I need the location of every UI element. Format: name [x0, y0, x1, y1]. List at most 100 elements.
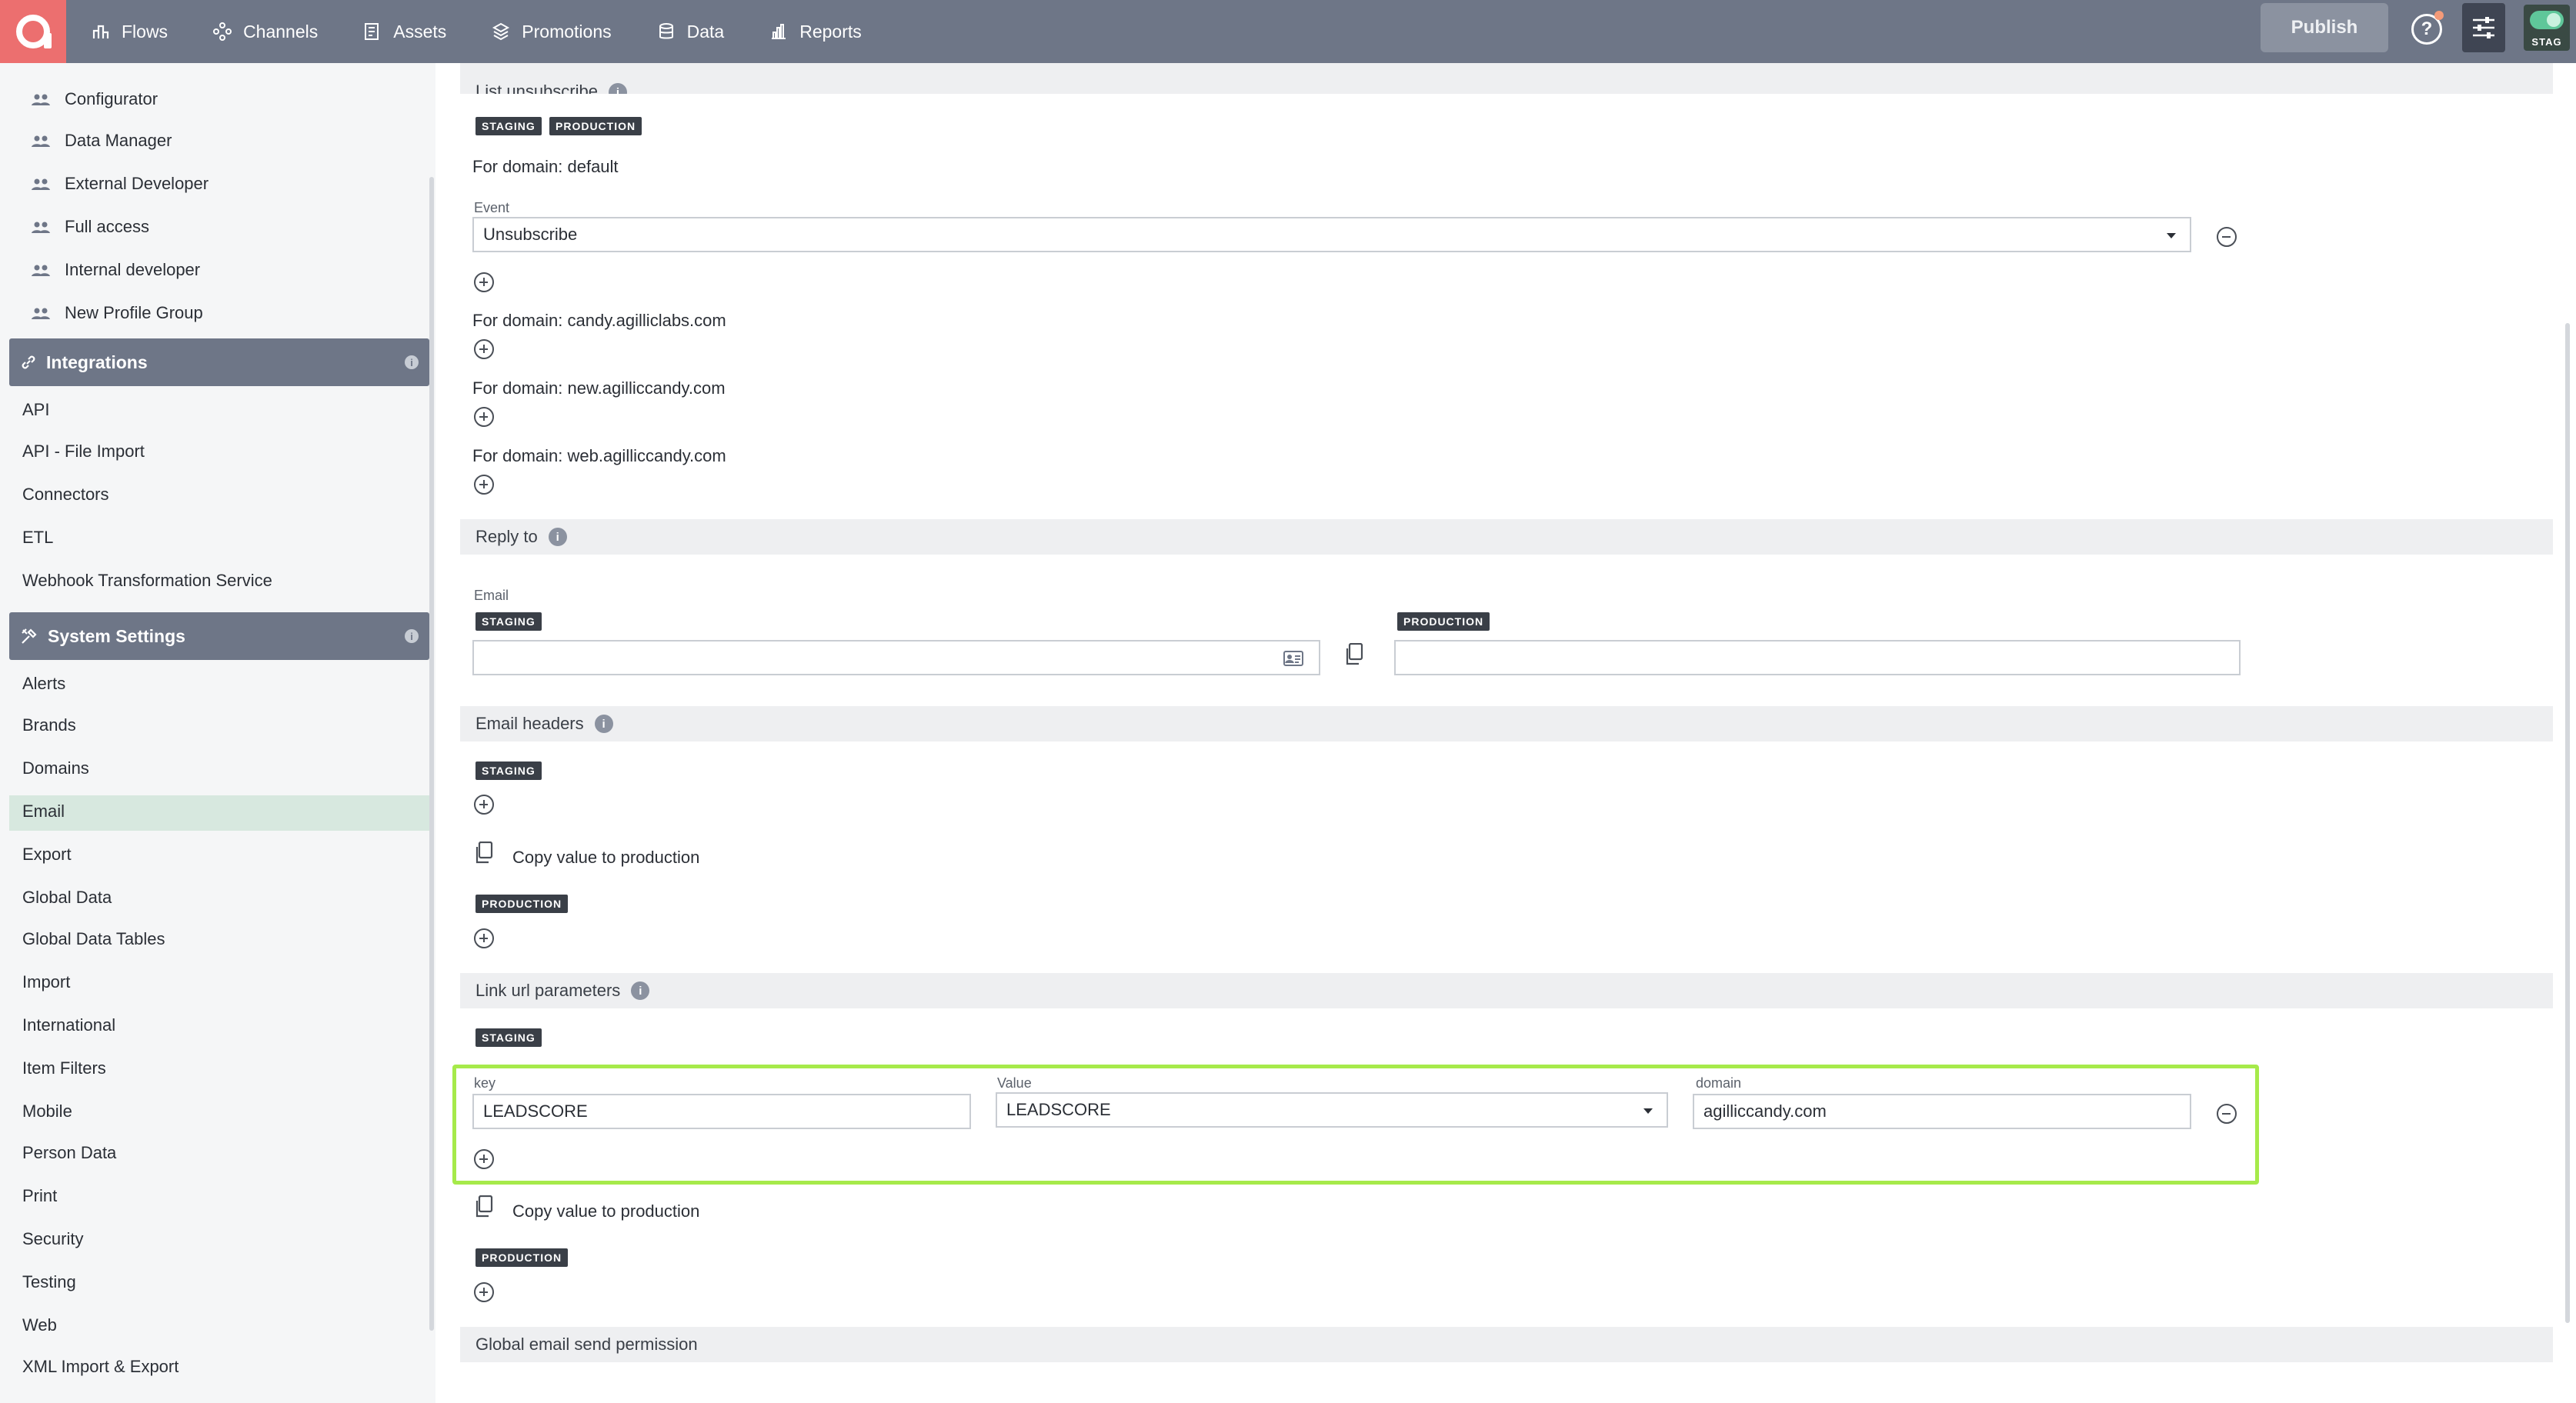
nav-assets[interactable]: Assets	[362, 22, 446, 42]
sidebar-scrollbar[interactable]	[429, 177, 434, 1331]
sidebar-item-brands[interactable]: Brands	[22, 715, 76, 735]
sidebar-section-integrations[interactable]: Integrations i	[9, 338, 429, 386]
section-header-reply-to: Reply to i	[460, 519, 2553, 555]
sidebar-item-print[interactable]: Print	[22, 1186, 57, 1206]
sliders-icon	[2473, 17, 2494, 38]
sidebar-item-configurator[interactable]: Configurator	[31, 89, 158, 109]
parameter-key-input[interactable]: LEADSCORE	[472, 1094, 971, 1129]
parameter-value-select[interactable]: LEADSCORE	[996, 1092, 1668, 1128]
copy-headers-to-production-link[interactable]: Copy value to production	[512, 848, 699, 868]
nav-flows[interactable]: Flows	[91, 22, 168, 42]
parameter-domain-input[interactable]: agilliccandy.com	[1693, 1094, 2191, 1129]
nav-reports[interactable]: Reports	[769, 22, 862, 42]
sidebar-item-label: Data Manager	[65, 131, 172, 150]
copy-parameters-icon[interactable]	[474, 1195, 494, 1218]
sidebar-item-external-developer[interactable]: External Developer	[31, 174, 209, 194]
sidebar-item-export[interactable]: Export	[22, 845, 72, 865]
sidebar-item-webhook-transformation-service[interactable]: Webhook Transformation Service	[22, 571, 272, 591]
reply-to-staging-input[interactable]	[472, 640, 1320, 675]
users-icon	[32, 308, 50, 319]
add-staging-header-button[interactable]	[474, 795, 494, 815]
event-select[interactable]: Unsubscribe	[472, 217, 2191, 252]
notification-dot	[2434, 11, 2444, 20]
add-staging-parameter-button[interactable]	[474, 1149, 494, 1169]
chevron-down-icon	[2167, 233, 2176, 238]
environment-label: STAG	[2531, 36, 2562, 48]
flows-icon	[92, 25, 109, 38]
production-tag: PRODUCTION	[1397, 612, 1490, 631]
sidebar-item-item-filters[interactable]: Item Filters	[22, 1058, 106, 1078]
info-icon[interactable]: i	[631, 981, 650, 1000]
sidebar-item-new-profile-group[interactable]: New Profile Group	[31, 303, 203, 323]
info-icon[interactable]: i	[608, 83, 627, 94]
sidebar-item-web[interactable]: Web	[22, 1315, 57, 1335]
sidebar-item-global-data-tables[interactable]: Global Data Tables	[22, 929, 165, 949]
sidebar-item-email[interactable]: Email	[22, 801, 65, 821]
users-icon	[32, 94, 50, 105]
publish-button[interactable]: Publish	[2261, 3, 2388, 52]
sidebar-item-domains[interactable]: Domains	[22, 758, 89, 778]
promotions-icon	[492, 22, 510, 41]
info-icon[interactable]: i	[548, 528, 567, 546]
nav-data[interactable]: Data	[656, 22, 724, 42]
users-icon	[32, 135, 50, 147]
sidebar-item-import[interactable]: Import	[22, 972, 70, 992]
staging-tag: STAGING	[475, 761, 542, 780]
section-title: Link url parameters	[475, 981, 621, 1000]
chevron-down-icon	[1643, 1108, 1653, 1114]
reply-to-production-input[interactable]	[1394, 640, 2241, 675]
sidebar-item-etl[interactable]: ETL	[22, 528, 53, 548]
sidebar-item-full-access[interactable]: Full access	[31, 217, 149, 237]
contact-card-icon[interactable]	[1283, 651, 1303, 666]
settings-sliders-button[interactable]	[2462, 3, 2505, 52]
sidebar-section-title: System Settings	[48, 625, 185, 646]
sidebar-section-system-settings[interactable]: System Settings i	[9, 612, 429, 660]
add-default-domain-button[interactable]	[474, 272, 494, 292]
sidebar-item-alerts[interactable]: Alerts	[22, 674, 65, 694]
sidebar-item-internal-developer[interactable]: Internal developer	[31, 260, 200, 280]
nav-channels[interactable]: Channels	[212, 22, 318, 42]
info-icon[interactable]: i	[594, 715, 613, 733]
copy-parameters-to-production-link[interactable]: Copy value to production	[512, 1201, 699, 1221]
sidebar-section-title: Integrations	[46, 352, 148, 372]
app-logo[interactable]	[0, 0, 66, 63]
parameter-value-value: LEADSCORE	[1006, 1100, 1111, 1119]
sidebar-item-mobile[interactable]: Mobile	[22, 1101, 72, 1121]
nav-reports-label: Reports	[799, 21, 862, 42]
add-production-parameter-button[interactable]	[474, 1282, 494, 1302]
parameter-key-value: LEADSCORE	[483, 1101, 588, 1121]
sidebar-item-person-data[interactable]: Person Data	[22, 1143, 116, 1163]
sidebar-item-data-manager[interactable]: Data Manager	[31, 131, 172, 151]
add-new-domain-button[interactable]	[474, 407, 494, 427]
info-icon[interactable]: i	[405, 355, 419, 369]
production-tag: PRODUCTION	[475, 1248, 569, 1267]
sidebar-item-global-data[interactable]: Global Data	[22, 888, 112, 908]
environment-toggle[interactable]: STAG	[2524, 5, 2570, 51]
environment-switch-icon	[2530, 11, 2564, 29]
nav-promotions[interactable]: Promotions	[491, 22, 612, 42]
sidebar-item-testing[interactable]: Testing	[22, 1272, 76, 1292]
add-production-header-button[interactable]	[474, 928, 494, 948]
sidebar-item-api[interactable]: API	[22, 400, 49, 420]
add-web-domain-button[interactable]	[474, 475, 494, 495]
copy-headers-icon[interactable]	[474, 841, 494, 865]
staging-tag: STAGING	[475, 117, 542, 135]
sidebar-item-connectors[interactable]: Connectors	[22, 485, 109, 505]
add-candy-domain-button[interactable]	[474, 339, 494, 359]
copy-to-production-icon[interactable]	[1344, 642, 1364, 666]
remove-parameter-button[interactable]	[2217, 1104, 2237, 1124]
info-icon[interactable]: i	[405, 629, 419, 643]
sidebar-item-international[interactable]: International	[22, 1015, 115, 1035]
sidebar-item-security[interactable]: Security	[22, 1229, 83, 1249]
main-scrollbar[interactable]	[2565, 323, 2570, 1323]
nav-channels-label: Channels	[243, 21, 319, 42]
main-nav: Flows Channels Assets Promotions Data Re…	[91, 0, 862, 63]
sidebar-item-xml-import-export[interactable]: XML Import & Export	[22, 1357, 179, 1377]
active-item-highlight	[9, 795, 429, 831]
domain-default-label: For domain: default	[472, 157, 619, 176]
reports-icon	[772, 24, 786, 39]
sidebar-item-api-file-import[interactable]: API - File Import	[22, 442, 145, 462]
users-icon	[32, 222, 50, 233]
domain-candy-label: For domain: candy.agilliclabs.com	[472, 311, 726, 330]
remove-event-button[interactable]	[2217, 227, 2237, 247]
